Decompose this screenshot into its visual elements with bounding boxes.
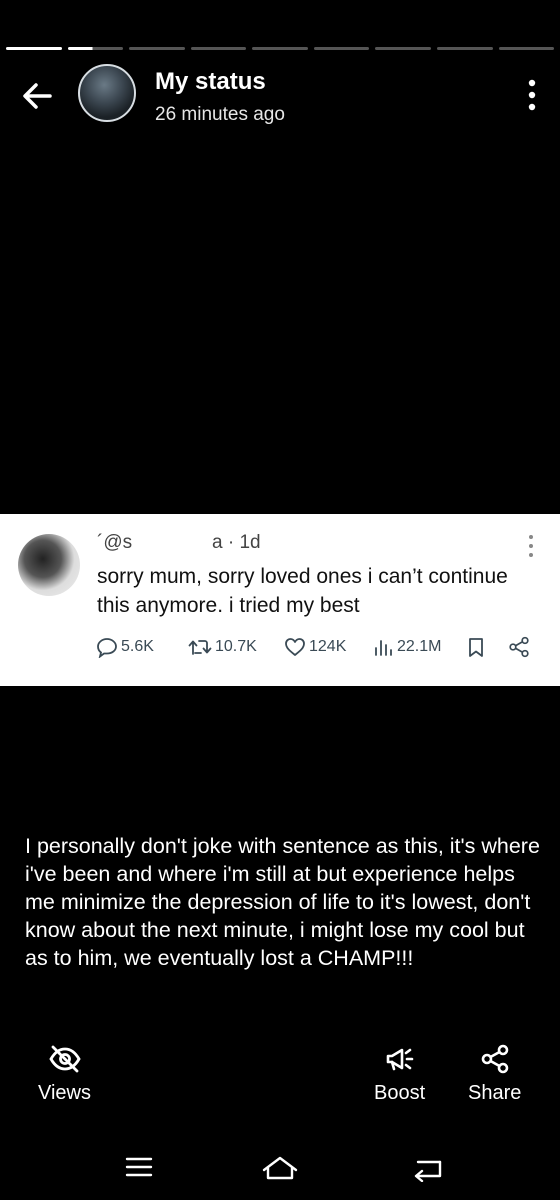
status-timestamp: 26 minutes ago <box>155 104 285 125</box>
progress-segment <box>252 47 308 50</box>
arrow-left-icon <box>23 83 52 109</box>
boost-button[interactable]: Boost <box>374 1044 425 1105</box>
recent-apps-icon <box>125 1157 153 1177</box>
bookmark-button[interactable] <box>465 636 487 658</box>
share-icon <box>509 636 529 658</box>
system-navigation-bar <box>0 1148 560 1188</box>
back-nav-button[interactable] <box>410 1154 444 1187</box>
progress-segment <box>313 47 370 50</box>
progress-segment <box>190 47 247 50</box>
share-label: Share <box>468 1082 522 1104</box>
megaphone-icon <box>386 1048 413 1071</box>
status-caption: I personally don't joke with sentence as… <box>25 834 540 970</box>
progress-segment <box>129 47 185 50</box>
divider <box>0 676 560 686</box>
tweet-share-button[interactable] <box>508 636 530 658</box>
home-icon <box>262 1156 298 1180</box>
progress-segment <box>436 47 493 50</box>
bookmark-icon <box>469 638 483 657</box>
reply-count: 5.6K <box>96 636 154 658</box>
view-count: 22.1M <box>372 636 441 658</box>
tweet-text: sorry mum, sorry loved ones i can’t cont… <box>97 565 508 617</box>
progress-segment-current <box>67 47 124 50</box>
tweet-time: a · 1d <box>212 532 261 553</box>
more-vert-icon <box>528 79 536 111</box>
boost-label: Boost <box>374 1082 426 1104</box>
progress-segment <box>6 47 62 50</box>
repost-icon <box>188 640 212 655</box>
reply-icon <box>97 638 117 658</box>
tweet-handle: ´@s <box>97 532 133 553</box>
home-button[interactable] <box>260 1154 300 1187</box>
reply-count-value: 5.6K <box>121 638 154 655</box>
heart-icon <box>285 638 305 656</box>
page-title: My status <box>155 68 266 95</box>
tweet-more-icon <box>528 534 534 558</box>
back-button[interactable] <box>18 76 58 116</box>
like-count: 124K <box>284 636 346 658</box>
repost-count: 10.7K <box>188 636 257 658</box>
avatar[interactable] <box>78 64 136 122</box>
repost-count-value: 10.7K <box>215 638 257 655</box>
like-count-value: 124K <box>309 638 347 655</box>
share-icon <box>481 1044 508 1074</box>
status-progress <box>6 47 555 50</box>
status-header: My status 26 minutes ago <box>0 62 560 128</box>
bar-chart-icon <box>375 640 392 656</box>
views-button[interactable]: Views <box>38 1044 91 1105</box>
recent-apps-button[interactable] <box>124 1154 154 1185</box>
tweet-actions: 5.6K 10.7K 124K 22.1M <box>96 636 536 662</box>
tweet-card[interactable]: ´@s a · 1d sorry mum, sorry loved ones i… <box>0 514 560 676</box>
view-count-value: 22.1M <box>397 638 442 655</box>
views-label: Views <box>38 1082 91 1104</box>
back-nav-icon <box>414 1160 442 1183</box>
progress-segment <box>375 47 431 50</box>
share-button[interactable]: Share <box>468 1044 521 1105</box>
eye-off-icon <box>48 1045 81 1073</box>
tweet-avatar <box>18 534 80 596</box>
progress-segment <box>498 47 555 50</box>
more-options-button[interactable] <box>522 78 542 112</box>
